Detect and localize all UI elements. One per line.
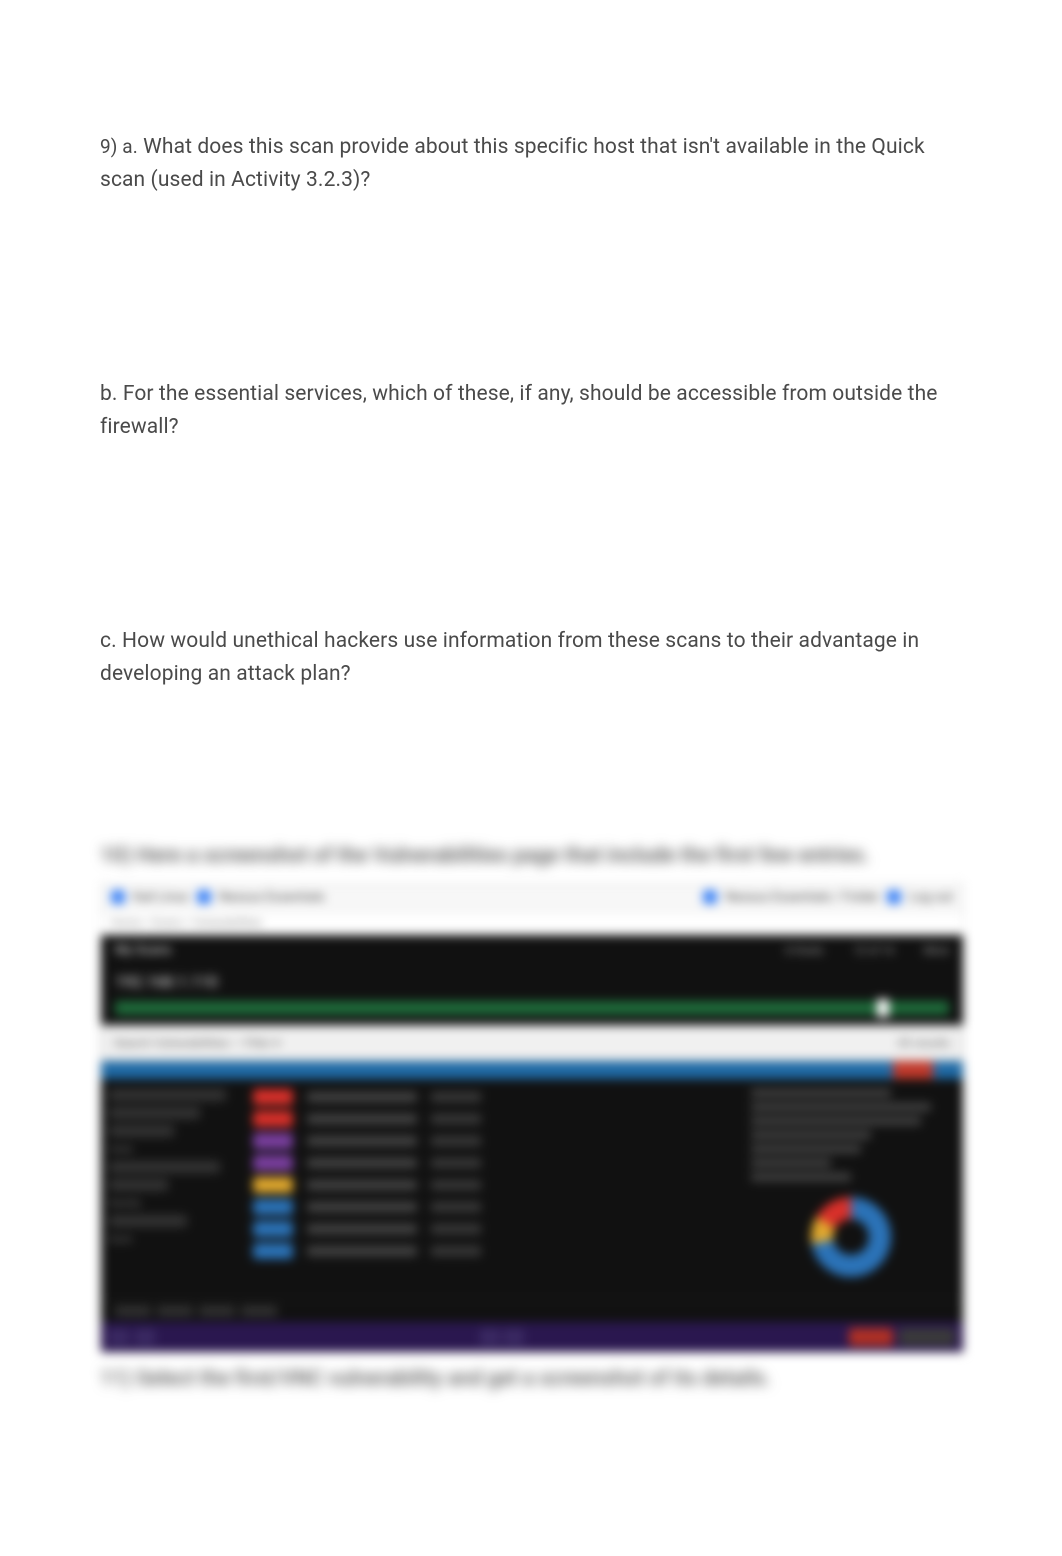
severity-summary-bar	[101, 1061, 963, 1079]
severity-critical-segment	[893, 1061, 933, 1079]
table-row[interactable]	[253, 1243, 733, 1259]
host-details-panel	[739, 1079, 963, 1299]
side-label-2: Score	[109, 1235, 239, 1245]
scan-tabbar: My Scans 6 Hosts 12 of 14 More	[101, 935, 963, 966]
scan-progress-bar	[115, 1001, 949, 1015]
severity-badge-info	[253, 1199, 293, 1215]
severity-badge-info	[253, 1243, 293, 1259]
logout-link[interactable]: Log out	[909, 890, 953, 905]
table-row[interactable]	[253, 1111, 733, 1127]
filter-count: 45 results	[897, 1036, 950, 1050]
taskbar-button[interactable]	[480, 1329, 500, 1345]
host-ip: 192.168.1.110	[115, 972, 218, 991]
side-label-0: Hosts	[109, 1145, 239, 1155]
brand-icon	[703, 890, 717, 904]
tab-meta-more[interactable]: More	[924, 944, 949, 957]
taskbar-record-indicator[interactable]	[849, 1328, 893, 1346]
app-name-left: Kali Linux	[133, 890, 189, 905]
vulnerability-table	[247, 1079, 739, 1299]
table-row[interactable]	[253, 1133, 733, 1149]
severity-badge-medium	[253, 1177, 293, 1193]
answer-space-9c	[100, 711, 962, 841]
severity-donut-chart	[811, 1197, 891, 1277]
table-row[interactable]	[253, 1177, 733, 1193]
footer-strip	[101, 1299, 963, 1322]
blurred-caption-10: 10) Here a screenshot of the Vulnerabili…	[100, 841, 962, 873]
host-details-heading	[751, 1089, 891, 1097]
side-label-1: Severity	[109, 1199, 239, 1209]
severity-badge-info	[253, 1221, 293, 1237]
taskbar-button[interactable]	[135, 1329, 155, 1345]
progress-handle[interactable]	[877, 999, 889, 1017]
host-header: 192.168.1.110	[101, 966, 963, 997]
taskbar-clock	[899, 1328, 955, 1346]
tab-icon	[197, 890, 211, 904]
breadcrumb[interactable]: Home > Scans > Vulnerabilities	[101, 912, 963, 935]
app-icon	[111, 890, 125, 904]
tab-my-scans[interactable]: My Scans	[115, 943, 171, 958]
brand-label: Nessus Essentials / Folder	[725, 890, 879, 905]
question-9a: 9) a. What does this scan provide about …	[100, 131, 962, 196]
table-row[interactable]	[253, 1089, 733, 1105]
question-9a-number: 9) a.	[100, 135, 138, 158]
answer-space-9a	[100, 217, 962, 357]
answer-space-9b	[100, 464, 962, 604]
blurred-caption-11: 11) Select the first/VNC vulnerability a…	[100, 1367, 962, 1391]
user-icon	[887, 890, 901, 904]
severity-badge-critical	[253, 1111, 293, 1127]
question-9b: b. For the essential services, which of …	[100, 378, 962, 443]
taskbar-button[interactable]	[504, 1329, 524, 1345]
tab-meta-hosts: 6 Hosts	[785, 944, 823, 957]
severity-badge-high	[253, 1133, 293, 1149]
tab-title: Nessus Essentials	[219, 890, 325, 905]
table-row[interactable]	[253, 1221, 733, 1237]
tab-meta-count: 12 of 14	[853, 944, 893, 957]
filter-input[interactable]: Search Vulnerabilities — Filter ▾	[114, 1036, 280, 1050]
table-row[interactable]	[253, 1155, 733, 1171]
browser-titlebar: Kali Linux Nessus Essentials Nessus Esse…	[101, 884, 963, 912]
side-histogram: Hosts Severity Score	[101, 1079, 247, 1299]
question-9a-text: What does this scan provide about this s…	[100, 135, 925, 192]
vulnerability-screenshot: Kali Linux Nessus Essentials Nessus Esse…	[100, 883, 964, 1353]
scan-progress-row	[101, 997, 963, 1025]
question-9c: c. How would unethical hackers use infor…	[100, 625, 962, 690]
donut-label	[751, 1173, 851, 1181]
severity-badge-high	[253, 1155, 293, 1171]
os-taskbar	[101, 1322, 963, 1352]
taskbar-button[interactable]	[109, 1329, 129, 1345]
severity-badge-critical	[253, 1089, 293, 1105]
table-row[interactable]	[253, 1199, 733, 1215]
filter-bar: Search Vulnerabilities — Filter ▾ 45 res…	[101, 1025, 963, 1061]
